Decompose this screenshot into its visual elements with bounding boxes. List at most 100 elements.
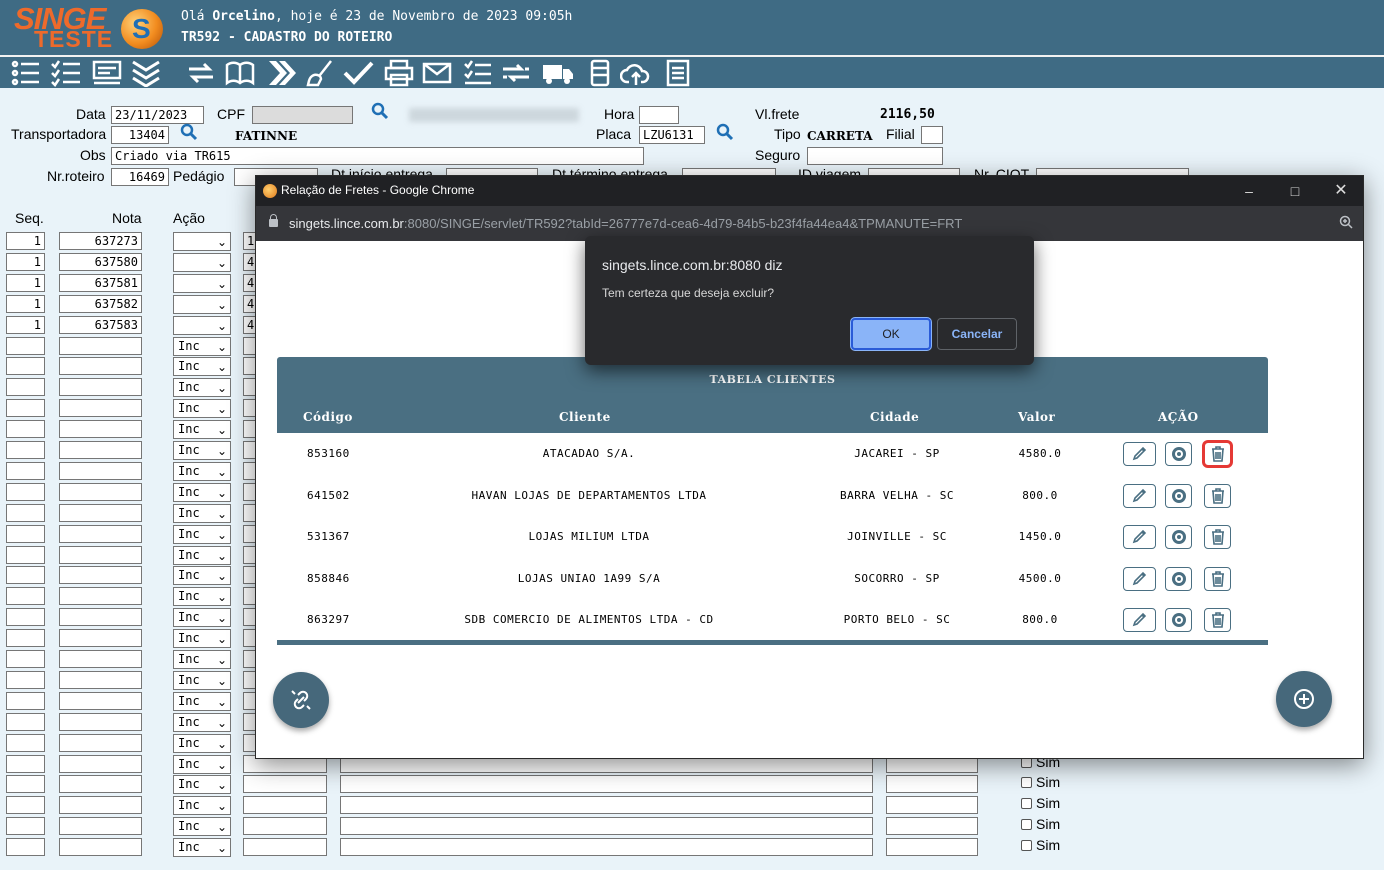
- nota-field[interactable]: [59, 691, 142, 710]
- value-field[interactable]: [886, 817, 978, 836]
- acao-select[interactable]: Inc ⌄: [173, 754, 231, 774]
- seq-field[interactable]: [6, 461, 45, 480]
- acao-select[interactable]: Inc ⌄: [173, 629, 231, 649]
- zoom-icon[interactable]: [1339, 215, 1353, 229]
- close-icon[interactable]: ✕: [1331, 181, 1351, 201]
- nota-field[interactable]: 637582: [59, 294, 142, 313]
- acao-select[interactable]: Inc ⌄: [173, 545, 231, 565]
- acao-select[interactable]: Inc ⌄: [173, 420, 231, 440]
- check-icon[interactable]: [342, 59, 374, 87]
- acao-select[interactable]: Inc ⌄: [173, 733, 231, 753]
- acao-select[interactable]: Inc ⌄: [173, 441, 231, 460]
- view-button[interactable]: [1165, 442, 1192, 466]
- print-icon[interactable]: [383, 59, 415, 87]
- nota-field[interactable]: 637580: [59, 252, 142, 271]
- nota-field[interactable]: [59, 524, 142, 543]
- acao-select[interactable]: Inc ⌄: [173, 482, 231, 502]
- seq-field[interactable]: [6, 545, 45, 564]
- placa-search-icon[interactable]: [716, 123, 734, 141]
- nota-field[interactable]: [59, 587, 142, 606]
- acao-select[interactable]: Inc ⌄: [173, 817, 231, 837]
- collapse-icon[interactable]: [130, 59, 162, 88]
- sim-checkbox[interactable]: [1021, 840, 1032, 852]
- seq-field[interactable]: [6, 524, 45, 543]
- nota-field[interactable]: [59, 461, 142, 480]
- seq-field[interactable]: [6, 608, 45, 627]
- nota-field[interactable]: 637583: [59, 315, 142, 334]
- seq-field[interactable]: [6, 378, 45, 397]
- nota-field[interactable]: [59, 650, 142, 668]
- delete-button[interactable]: [1204, 442, 1231, 466]
- book-icon[interactable]: [224, 59, 256, 87]
- delete-button[interactable]: [1204, 608, 1231, 632]
- seq-field[interactable]: [6, 733, 45, 752]
- seq-field[interactable]: [6, 650, 45, 668]
- nota-field[interactable]: [59, 754, 142, 773]
- swap-icon[interactable]: [185, 59, 217, 87]
- edit-button[interactable]: [1123, 525, 1156, 549]
- seq-field[interactable]: [6, 336, 45, 355]
- broom-icon[interactable]: [305, 59, 337, 87]
- acao-select[interactable]: ⌄: [173, 315, 231, 335]
- transfer-icon[interactable]: [500, 59, 532, 87]
- nota-field[interactable]: [59, 482, 142, 501]
- seq-field[interactable]: 1: [6, 294, 45, 313]
- acao-select[interactable]: Inc ⌄: [173, 691, 231, 711]
- unlink-button[interactable]: [273, 672, 329, 728]
- report-icon[interactable]: [91, 59, 123, 87]
- hora-field[interactable]: [639, 106, 679, 124]
- seq-field[interactable]: 1: [6, 252, 45, 271]
- next-field[interactable]: [243, 838, 327, 857]
- seq-field[interactable]: [6, 712, 45, 731]
- nota-field[interactable]: 637273: [59, 232, 142, 250]
- nota-field[interactable]: [59, 733, 142, 752]
- ok-button[interactable]: OK: [851, 318, 931, 350]
- nota-field[interactable]: [59, 357, 142, 376]
- seq-field[interactable]: 1: [6, 315, 45, 334]
- description-field[interactable]: [340, 775, 873, 794]
- view-button[interactable]: [1165, 608, 1192, 632]
- nroteiro-field[interactable]: 16469: [111, 168, 169, 186]
- delete-button[interactable]: [1204, 525, 1231, 549]
- acao-select[interactable]: Inc ⌄: [173, 399, 231, 419]
- nota-field[interactable]: [59, 629, 142, 648]
- add-button[interactable]: [1276, 671, 1332, 727]
- cpf-search-icon[interactable]: [371, 102, 389, 120]
- description-field[interactable]: [340, 838, 873, 857]
- forward-icon[interactable]: [265, 59, 297, 87]
- filial-field[interactable]: [921, 126, 943, 144]
- value-field[interactable]: [886, 838, 978, 857]
- nota-field[interactable]: [59, 441, 142, 459]
- nota-field[interactable]: [59, 838, 142, 857]
- database-icon[interactable]: [584, 59, 616, 87]
- acao-select[interactable]: ⌄: [173, 273, 231, 293]
- nota-field[interactable]: [59, 566, 142, 585]
- acao-select[interactable]: Inc ⌄: [173, 796, 231, 816]
- email-icon[interactable]: [421, 59, 453, 87]
- seq-field[interactable]: [6, 670, 45, 689]
- seq-field[interactable]: [6, 629, 45, 648]
- cloud-upload-icon[interactable]: [619, 59, 652, 87]
- edit-button[interactable]: [1123, 608, 1156, 632]
- seq-field[interactable]: 1: [6, 232, 45, 250]
- seq-field[interactable]: [6, 796, 45, 815]
- nota-field[interactable]: [59, 378, 142, 397]
- nota-field[interactable]: [59, 399, 142, 418]
- seq-field[interactable]: [6, 420, 45, 439]
- nota-field[interactable]: 637581: [59, 273, 142, 292]
- edit-button[interactable]: [1123, 442, 1156, 466]
- url-text[interactable]: singets.lince.com.br:8080/SINGE/servlet/…: [289, 216, 962, 231]
- seq-field[interactable]: [6, 587, 45, 606]
- placa-field[interactable]: LZU6131: [639, 126, 705, 144]
- seq-field[interactable]: [6, 838, 45, 857]
- nota-field[interactable]: [59, 545, 142, 564]
- nota-field[interactable]: [59, 796, 142, 815]
- seq-field[interactable]: [6, 775, 45, 794]
- acao-select[interactable]: Inc ⌄: [173, 461, 231, 481]
- transportadora-code-field[interactable]: 13404: [111, 126, 169, 144]
- seq-field[interactable]: [6, 482, 45, 501]
- acao-select[interactable]: Inc ⌄: [173, 670, 231, 690]
- acao-select[interactable]: Inc ⌄: [173, 336, 231, 356]
- acao-select[interactable]: Inc ⌄: [173, 378, 231, 398]
- minimize-icon[interactable]: –: [1239, 181, 1259, 201]
